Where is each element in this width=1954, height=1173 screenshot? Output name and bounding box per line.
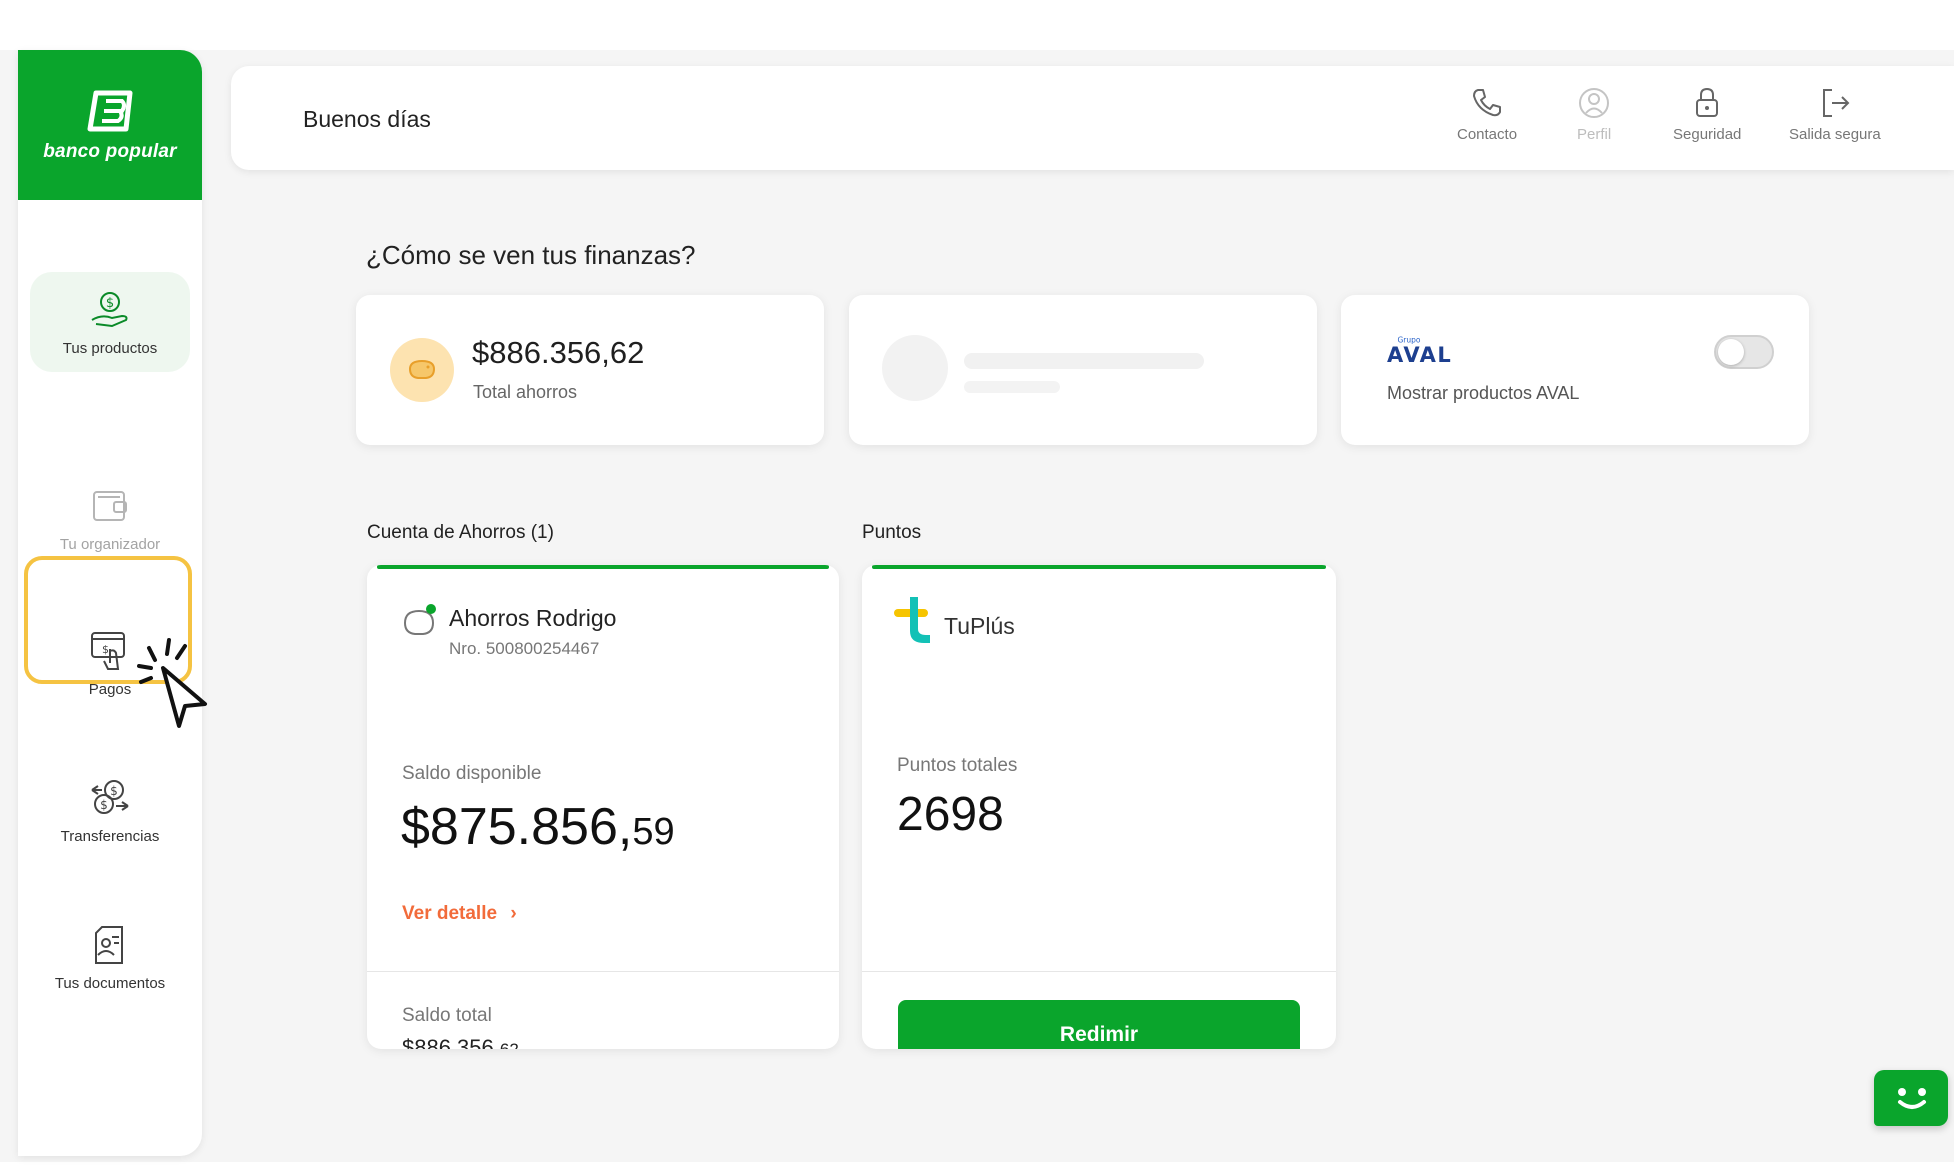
grupo-aval-logo: Grupo AVAL: [1387, 336, 1452, 368]
greeting-text: Buenos días: [303, 106, 431, 132]
savings-accounts-heading: Cuenta de Ahorros (1): [367, 522, 554, 543]
total-savings-card: $886.356,62 Total ahorros: [356, 295, 824, 445]
app-shell: banco popular $ Tus productos Tu organiz…: [0, 50, 1954, 1162]
piggy-bank-icon: [408, 359, 436, 379]
view-detail-link[interactable]: Ver detalle ›: [402, 903, 517, 925]
sidebar-item-tus-documentos[interactable]: Tus documentos: [30, 907, 190, 1007]
toggle-knob: [1718, 339, 1744, 365]
wallet-icon: [93, 490, 127, 521]
bank-logo-icon: [87, 90, 133, 132]
transfer-icon: $ $: [91, 779, 129, 814]
secure-logout-button[interactable]: Salida segura: [1789, 86, 1881, 143]
card-accent-bar: [872, 565, 1326, 569]
profile-label: Perfil: [1577, 126, 1612, 143]
show-aval-label: Mostrar productos AVAL: [1387, 383, 1580, 403]
bank-logo-text: banco popular: [43, 141, 177, 162]
aval-products-card: Grupo AVAL Mostrar productos AVAL: [1341, 295, 1809, 445]
total-balance-main: $886.356,: [402, 1035, 500, 1049]
logout-label: Salida segura: [1789, 126, 1881, 143]
top-header: Buenos días Contacto Perfil Seguridad Sa…: [231, 66, 1954, 170]
mouse-pointer-icon: [137, 638, 207, 728]
available-balance: $875.856,59: [401, 797, 675, 857]
savings-account-card[interactable]: Ahorros Rodrigo Nro. 500800254467 Saldo …: [367, 565, 839, 1049]
total-savings-label: Total ahorros: [473, 382, 578, 402]
profile-icon: [1579, 88, 1610, 118]
document-icon: [95, 925, 123, 964]
total-points-label: Puntos totales: [897, 755, 1018, 776]
account-number: Nro. 500800254467: [449, 639, 600, 658]
svg-text:$: $: [110, 784, 118, 798]
loading-card: [849, 295, 1317, 445]
sidebar-item-label: Tu organizador: [59, 535, 161, 553]
lock-icon: [1696, 87, 1719, 117]
piggy-bank-badge: [390, 338, 454, 402]
security-label: Seguridad: [1673, 126, 1742, 143]
svg-text:$: $: [100, 798, 108, 812]
sidebar-item-label: Tus documentos: [54, 974, 166, 992]
aval-logo-text: AVAL: [1387, 343, 1452, 367]
sidebar-item-label: Transferencias: [60, 827, 160, 845]
points-heading: Puntos: [862, 522, 922, 543]
skeleton-line: [964, 353, 1204, 369]
view-detail-label: Ver detalle: [402, 903, 498, 924]
account-name: Ahorros Rodrigo: [449, 605, 617, 631]
points-program-name: TuPlús: [944, 613, 1015, 639]
chat-assistant-button[interactable]: [1874, 1070, 1948, 1126]
money-hand-icon: $: [91, 291, 128, 327]
divider: [862, 971, 1336, 972]
available-balance-cents: 59: [632, 811, 675, 853]
contact-label: Contacto: [1457, 126, 1518, 143]
sidebar-item-tu-organizador[interactable]: Tu organizador: [30, 468, 190, 568]
total-balance-label: Saldo total: [402, 1005, 492, 1026]
security-button[interactable]: Seguridad: [1673, 86, 1741, 143]
show-aval-toggle[interactable]: [1714, 335, 1774, 369]
svg-text:$: $: [106, 296, 114, 311]
smiley-chat-icon: [1898, 1088, 1926, 1109]
total-points-value: 2698: [897, 788, 1004, 841]
phone-icon: [1473, 89, 1502, 117]
total-savings-amount: $886.356,62: [472, 335, 645, 370]
profile-button[interactable]: Perfil: [1577, 86, 1611, 143]
page-title: ¿Cómo se ven tus finanzas?: [366, 240, 696, 270]
piggy-bank-icon: [403, 604, 436, 635]
tuplus-logo-icon: [894, 597, 930, 643]
total-balance: $886.356,62: [402, 1035, 519, 1049]
card-accent-bar: [377, 565, 829, 569]
available-balance-main: $875.856,: [401, 798, 633, 856]
chevron-right-icon: ›: [510, 903, 517, 924]
divider: [367, 971, 839, 972]
bank-logo[interactable]: banco popular: [18, 50, 202, 200]
sidebar-item-transferencias[interactable]: $ $ Transferencias: [30, 760, 190, 860]
total-balance-cents: 62: [500, 1040, 519, 1049]
sidebar-item-tus-productos[interactable]: $ Tus productos: [30, 272, 190, 372]
redeem-button[interactable]: Redimir: [898, 1000, 1300, 1049]
skeleton-avatar: [882, 335, 948, 401]
skeleton-line: [964, 381, 1060, 393]
points-card: TuPlús Puntos totales 2698 Redimir: [862, 565, 1336, 1049]
contact-button[interactable]: Contacto: [1457, 86, 1517, 143]
sidebar-item-label: Tus productos: [62, 339, 158, 357]
logout-icon: [1822, 89, 1850, 117]
available-balance-label: Saldo disponible: [402, 763, 542, 784]
